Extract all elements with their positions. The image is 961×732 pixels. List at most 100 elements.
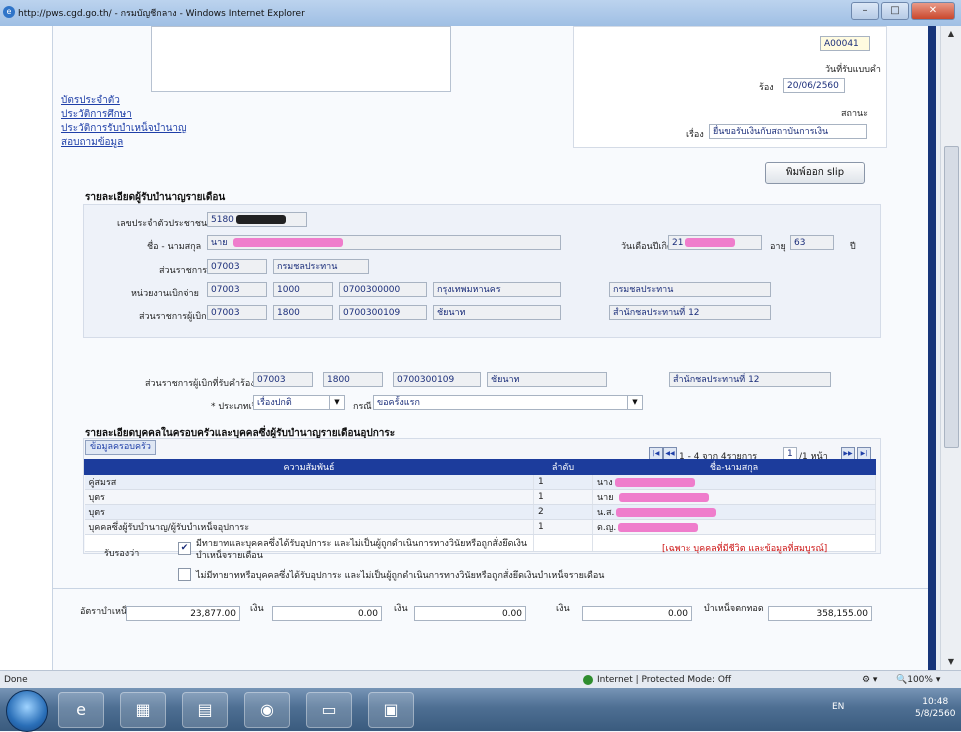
receive-date-field[interactable]: 20/06/2560 (783, 78, 845, 93)
disb-code-1: 07003 (207, 282, 267, 297)
relation-cell: คู่สมรส (84, 474, 534, 490)
office-province-field: ชัยนาท (487, 372, 607, 387)
scroll-thumb[interactable] (944, 146, 959, 448)
print-slip-button[interactable]: พิมพ์ออก slip (765, 162, 865, 184)
name-cell: นาย (592, 489, 876, 505)
status-done: Done (4, 675, 28, 685)
table-row[interactable]: บุตร 2 น.ส. (84, 504, 876, 520)
paying-code-1: 07003 (207, 305, 267, 320)
office-code-1: 07003 (253, 372, 313, 387)
receive-date-prefix: ร้อง (759, 83, 774, 93)
table-row[interactable]: บุคคลซึ่งผู้รับบำนาญ/ผู้รับบำเหน็จอุปการ… (84, 519, 876, 535)
age-field: 63 (790, 235, 834, 250)
type-select[interactable]: เรื่องปกติ ▼ (253, 395, 345, 410)
name-cell: น.ส. (592, 504, 876, 520)
name-label: ชื่อ - นามสกุล (147, 242, 202, 252)
maximize-button[interactable]: □ (881, 2, 909, 20)
link-education[interactable]: ประวัติการศึกษา (61, 108, 187, 122)
scroll-up-icon[interactable]: ▲ (941, 26, 961, 42)
paying-code-3: 0700300109 (339, 305, 427, 320)
ie-taskbar-icon[interactable]: e (58, 692, 104, 728)
disb-code-3: 0700300000 (339, 282, 427, 297)
lump-label: บำเหน็จตกทอด (704, 604, 764, 614)
table-row[interactable]: บุตร 1 นาย (84, 489, 876, 505)
subject-field: ยื่นขอรับเงินกับสถาบันการเงิน (709, 124, 867, 139)
status-label: สถานะ (841, 109, 868, 119)
office-code-2: 1800 (323, 372, 383, 387)
window-title: http://pws.cgd.go.th/ - กรมบัญชีกลาง - W… (18, 9, 305, 19)
app-taskbar-icon[interactable]: ▣ (368, 692, 414, 728)
explorer-taskbar-icon[interactable]: ▦ (120, 692, 166, 728)
table-row[interactable]: คู่สมรส 1 นาง (84, 474, 876, 490)
family-tab[interactable]: ข้อมูลครอบครัว (85, 440, 156, 455)
order-cell: 1 (533, 489, 593, 505)
id-label: เลขประจำตัวประชาชน (117, 219, 208, 229)
col-relation[interactable]: ความสัมพันธ์ (84, 459, 534, 475)
zoom-icon: 🔍 (896, 675, 908, 685)
case-label: กรณี (353, 402, 372, 412)
order-cell: 1 (533, 519, 593, 535)
folder-taskbar-icon[interactable]: ▭ (306, 692, 352, 728)
paying-code-2: 1800 (273, 305, 333, 320)
case-select[interactable]: ขอครั้งแรก ▼ (373, 395, 643, 410)
clock-date: 5/8/2560 (915, 709, 956, 719)
side-links: บัตรประจำตัว ประวัติการศึกษา ประวัติการร… (61, 94, 187, 150)
minimize-button[interactable]: – (851, 2, 879, 20)
check2-text: ไม่มีทายาทหรือบุคคลซึ่งได้รับอุปการะ และ… (196, 571, 605, 581)
agency-code-field: 07003 (207, 259, 267, 274)
zoom-text: 100% (907, 675, 933, 685)
start-button[interactable] (6, 690, 48, 732)
paying-province-field: ชัยนาท (433, 305, 561, 320)
disb-province-field: กรุงเทพมหานคร (433, 282, 561, 297)
excel-taskbar-icon[interactable]: ▤ (182, 692, 228, 728)
money-label-1: เงิน (250, 604, 264, 614)
confirm-label: รับรองว่า (104, 549, 140, 559)
chevron-down-icon: ▼ (627, 396, 642, 409)
checkbox-has-heirs[interactable]: ✔ (178, 542, 191, 555)
office-name-field: สำนักชลประทานที่ 12 (669, 372, 831, 387)
status-bar: Done Internet | Protected Mode: Off ⚙ ▾ … (0, 670, 961, 689)
agency-name-field: กรมชลประทาน (273, 259, 369, 274)
security-zone[interactable]: Internet | Protected Mode: Off (583, 671, 731, 689)
order-cell: 2 (533, 504, 593, 520)
scroll-down-icon[interactable]: ▼ (941, 654, 961, 670)
pensioner-heading: รายละเอียดผู้รับบำนาญรายเดือน (85, 192, 226, 203)
chrome-taskbar-icon[interactable]: ◉ (244, 692, 290, 728)
name-field: นาย (207, 235, 561, 250)
relation-cell: บุตร (84, 489, 534, 505)
subject-prefix: เรื่อง (686, 130, 704, 140)
chevron-down-icon: ▼ (329, 396, 344, 409)
check1-text: มีทายาทและบุคคลซึ่งได้รับอุปการะ และไม่เ… (196, 539, 528, 561)
birth-field: 21 (668, 235, 762, 250)
lump-field: 358,155.00 (768, 606, 872, 621)
remarks-textarea[interactable] (151, 26, 451, 92)
col-name[interactable]: ชื่อ-นามสกุล (592, 459, 876, 475)
vertical-scrollbar[interactable]: ▲ ▼ (940, 26, 961, 670)
zoom-level[interactable]: 🔍100% ▾ (896, 671, 940, 689)
name-cell: นาง (592, 474, 876, 490)
clock[interactable]: 10:48 5/8/2560 (915, 696, 955, 720)
order-cell: 1 (533, 474, 593, 490)
right-frame-bar (928, 26, 936, 670)
taskbar: e ▦ ▤ ◉ ▭ ▣ EN 10:48 5/8/2560 (0, 688, 961, 732)
col-order[interactable]: ลำดับ (533, 459, 593, 475)
zone-text: Internet | Protected Mode: Off (597, 675, 732, 685)
link-id-card[interactable]: บัตรประจำตัว (61, 94, 187, 108)
close-button[interactable]: ✕ (911, 2, 955, 20)
window-titlebar: e http://pws.cgd.go.th/ - กรมบัญชีกลาง -… (0, 0, 961, 27)
relation-cell: บุคคลซึ่งผู้รับบำนาญ/ผู้รับบำเหน็จอุปการ… (84, 519, 534, 535)
left-margin (0, 26, 52, 670)
globe-icon (583, 675, 593, 685)
office-code-3: 0700300109 (393, 372, 481, 387)
gear-icon[interactable]: ⚙ ▾ (862, 671, 877, 689)
disb-name-field: กรมชลประทาน (609, 282, 771, 297)
relation-cell: บุตร (84, 504, 534, 520)
language-indicator[interactable]: EN (832, 702, 844, 712)
checkbox-no-heirs[interactable] (178, 568, 191, 581)
link-inquiry[interactable]: สอบถามข้อมูล (61, 136, 187, 150)
link-pension-history[interactable]: ประวัติการรับบำเหน็จบำนาญ (61, 122, 187, 136)
disb-code-2: 1000 (273, 282, 333, 297)
ref-no-field: A00041 (820, 36, 870, 51)
disb-label: หน่วยงานเบิกจ่าย (131, 289, 199, 299)
amount-field-2: 0.00 (414, 606, 526, 621)
